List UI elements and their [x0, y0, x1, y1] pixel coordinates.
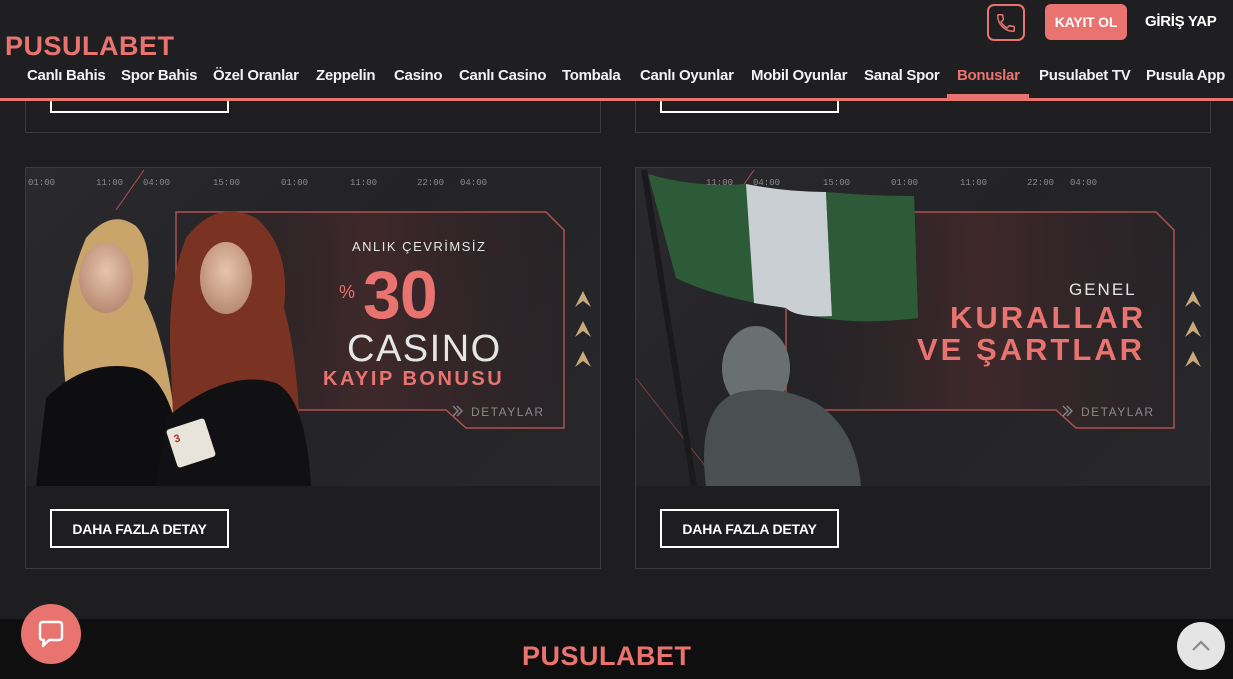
- arrow-right-icon: [452, 405, 463, 417]
- time-label: 22:00: [1027, 178, 1055, 188]
- time-label: 11:00: [350, 178, 378, 188]
- login-link[interactable]: GİRİŞ YAP: [1145, 13, 1217, 30]
- time-label: 01:00: [891, 178, 919, 188]
- more-detail-button[interactable]: DAHA FAZLA DETAY: [660, 509, 839, 548]
- nav-item-bonuslar[interactable]: Bonuslar: [957, 67, 1020, 84]
- chevron-up-icon: [575, 291, 591, 307]
- chat-bubble-icon: [38, 620, 64, 648]
- promo-tagline: KAYIP BONUSU: [323, 368, 505, 390]
- bonus-card-rules: 11:00 04:00 15:00 01:00 11:00 22:00 04:0…: [635, 167, 1211, 569]
- arrow-right-icon: [1062, 405, 1073, 417]
- time-label: 04:00: [1070, 178, 1098, 188]
- time-label: 04:00: [753, 178, 781, 188]
- nav-item-spor-bahis[interactable]: Spor Bahis: [121, 67, 197, 84]
- time-label: 01:00: [281, 178, 309, 188]
- time-label: 04:00: [460, 178, 488, 188]
- chevron-up-icon: [1185, 351, 1201, 367]
- promo-amount: 30: [363, 257, 438, 333]
- nav-item-canli-casino[interactable]: Canlı Casino: [459, 67, 547, 84]
- bonus-card-casino: 3 01:00 11:00 04:00 15:00 01:00 11:00 22…: [25, 167, 601, 569]
- main-nav: Canlı Bahis Spor Bahis Özel Oranlar Zepp…: [0, 53, 1233, 98]
- chevron-up-icon: [1185, 291, 1201, 307]
- nav-item-canli-bahis[interactable]: Canlı Bahis: [27, 67, 106, 84]
- nav-item-pusulabet-tv[interactable]: Pusulabet TV: [1039, 67, 1131, 84]
- nav-item-pusula-app[interactable]: Pusula App: [1146, 67, 1225, 84]
- nav-item-casino[interactable]: Casino: [394, 67, 443, 84]
- promo-title-line1: KURALLAR: [950, 300, 1147, 335]
- time-label: 15:00: [823, 178, 851, 188]
- nav-item-ozel-oranlar[interactable]: Özel Oranlar: [213, 67, 299, 84]
- casino-bonus-banner[interactable]: 3 01:00 11:00 04:00 15:00 01:00 11:00 22…: [26, 168, 600, 486]
- nav-item-canli-oyunlar[interactable]: Canlı Oyunlar: [640, 67, 734, 84]
- time-label: 01:00: [28, 178, 56, 188]
- promo-title: CASINO: [347, 328, 502, 370]
- time-label: 11:00: [96, 178, 124, 188]
- rules-banner[interactable]: 11:00 04:00 15:00 01:00 11:00 22:00 04:0…: [636, 168, 1210, 486]
- promo-subtitle: GENEL: [1069, 280, 1137, 299]
- chevron-up-icon: [575, 351, 591, 367]
- footer-logo[interactable]: PUSULABET: [522, 641, 692, 672]
- time-label: 22:00: [417, 178, 445, 188]
- nav-item-zeppelin[interactable]: Zeppelin: [316, 67, 376, 84]
- promo-detail-link[interactable]: DETAYLAR: [1081, 405, 1155, 419]
- banner-time-strip: 01:00 11:00 04:00 15:00 01:00 11:00 22:0…: [26, 178, 600, 192]
- time-label: 11:00: [960, 178, 988, 188]
- register-button[interactable]: KAYIT OL: [1045, 4, 1127, 40]
- phone-button[interactable]: [987, 4, 1025, 41]
- promo-detail-link[interactable]: DETAYLAR: [471, 405, 545, 419]
- site-footer: PUSULABET: [0, 619, 1233, 679]
- banner-time-strip: 11:00 04:00 15:00 01:00 11:00 22:00 04:0…: [636, 178, 1210, 192]
- nav-item-tombala[interactable]: Tombala: [562, 67, 621, 84]
- nav-item-sanal-spor[interactable]: Sanal Spor: [864, 67, 940, 84]
- time-label: 11:00: [706, 178, 734, 188]
- scroll-to-top-button[interactable]: [1177, 622, 1225, 670]
- more-detail-button[interactable]: DAHA FAZLA DETAY: [50, 509, 229, 548]
- phone-icon: [997, 13, 1015, 32]
- promo-percent-sign: %: [339, 282, 356, 302]
- header-divider: [0, 98, 1233, 101]
- chevron-up-icon: [1192, 640, 1210, 651]
- time-label: 04:00: [143, 178, 171, 188]
- nav-item-mobil-oyunlar[interactable]: Mobil Oyunlar: [751, 67, 847, 84]
- promo-title-line2: VE ŞARTLAR: [917, 332, 1146, 367]
- time-label: 15:00: [213, 178, 241, 188]
- live-chat-button[interactable]: [21, 604, 81, 664]
- chevron-up-icon: [575, 321, 591, 337]
- banner-frame-graphic: 3: [36, 169, 565, 486]
- chevron-up-icon: [1185, 321, 1201, 337]
- site-header: PUSULABET KAYIT OL GİRİŞ YAP Canlı Bahis…: [0, 0, 1233, 101]
- promo-subtitle: ANLIK ÇEVRİMSİZ: [352, 239, 487, 254]
